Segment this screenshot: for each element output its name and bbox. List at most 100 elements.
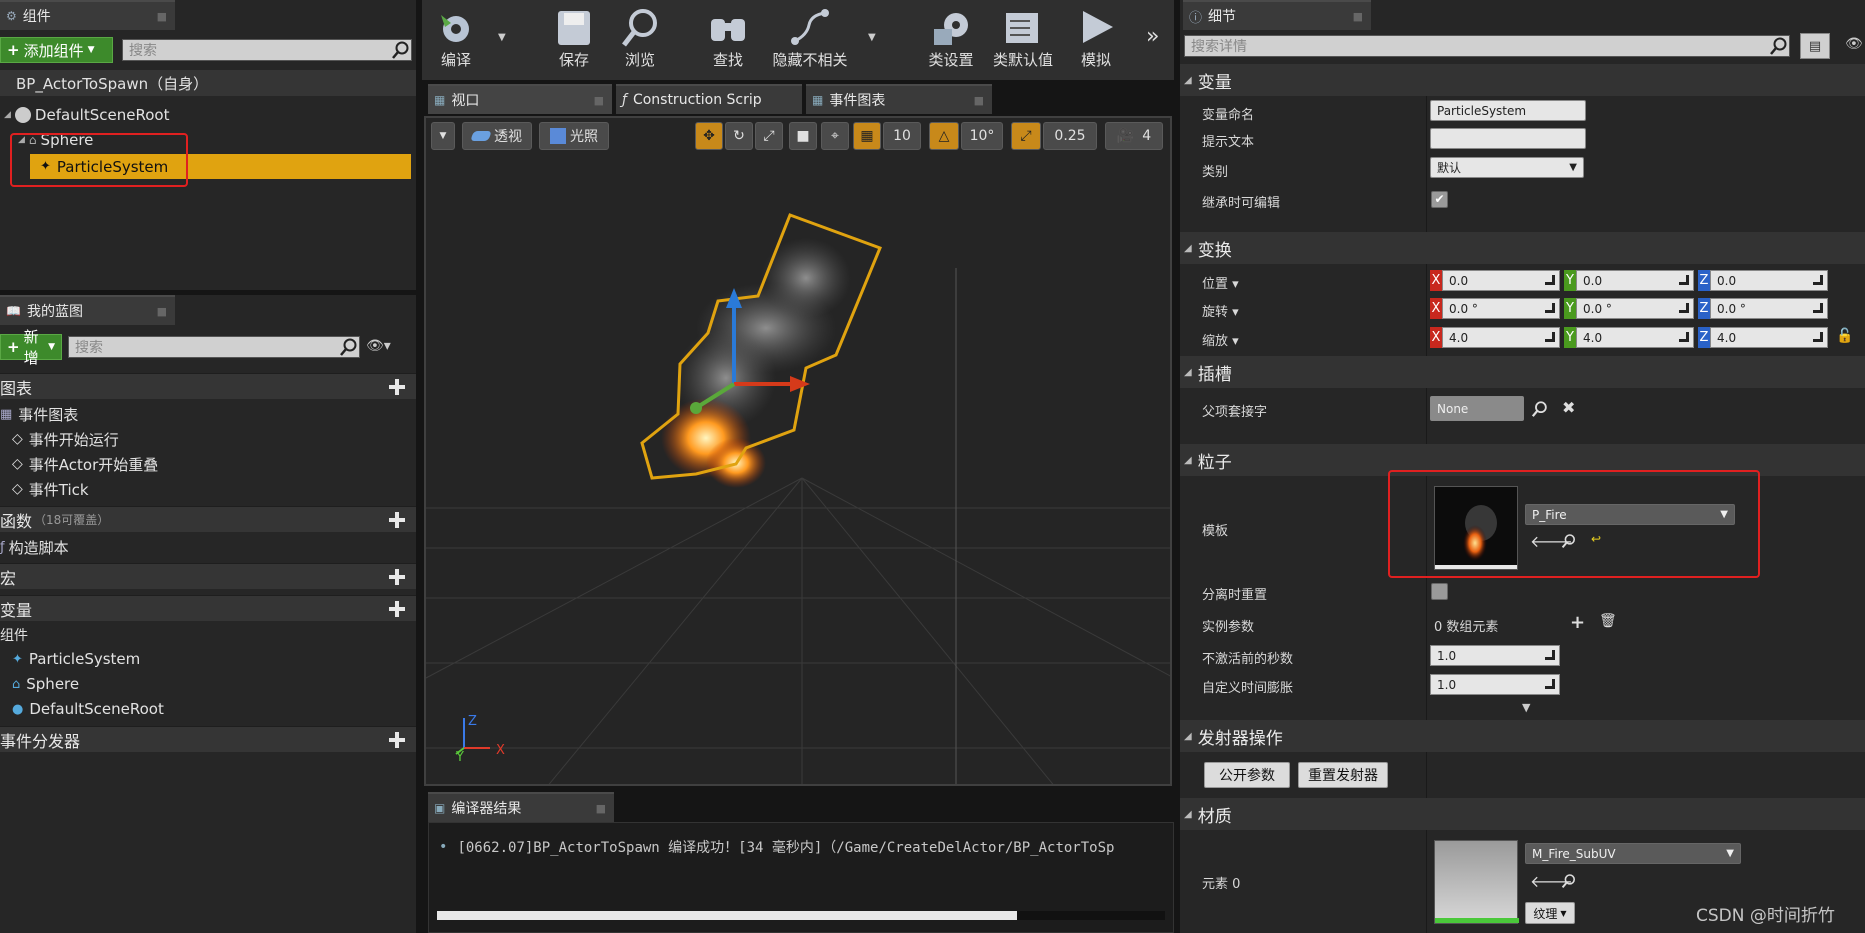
add-dispatcher-icon[interactable] [388, 731, 406, 749]
blueprint-search-input[interactable]: 搜索 [68, 336, 360, 358]
variable-item-sphere[interactable]: ⌂ Sphere [12, 673, 79, 695]
location-y-field[interactable]: 0.0 [1576, 270, 1694, 291]
close-icon[interactable]: ■ [594, 94, 604, 107]
category-macros[interactable]: 宏 [0, 563, 416, 589]
construction-script-item[interactable]: ƒ 构造脚本 [0, 536, 69, 558]
reset-emitters-button[interactable]: 重置发射器 [1298, 762, 1388, 788]
section-transform[interactable]: ◢ 变换 [1180, 232, 1865, 264]
camera-speed-button[interactable]: 🎥 4 [1105, 122, 1163, 150]
grid-snap-value[interactable]: 10 [883, 122, 921, 150]
find-button[interactable]: 查找 [700, 0, 756, 76]
tab-viewport[interactable]: ▦ 视口 ■ [428, 84, 612, 114]
rotation-snap-button[interactable]: △ [929, 122, 959, 150]
rotate-mode-button[interactable]: ↻ [725, 122, 753, 150]
category-variables[interactable]: 变量 [0, 595, 416, 621]
eye-icon[interactable]: 👁▾ [366, 338, 406, 358]
view-options-icon[interactable]: 👁 [1845, 36, 1863, 52]
class-defaults-button[interactable]: 类默认值 [990, 0, 1056, 76]
variable-item-defaultsceneroot[interactable]: ● DefaultSceneRoot [12, 698, 164, 720]
close-icon[interactable]: ■ [1353, 10, 1363, 23]
lighting-button[interactable]: 光照 [539, 122, 609, 150]
save-button[interactable]: 保存 [550, 0, 598, 76]
reset-on-detach-checkbox[interactable] [1431, 583, 1448, 600]
component-search-input[interactable]: 搜索 [122, 39, 412, 61]
tab-construction-script[interactable]: ƒ Construction Scrip [616, 84, 802, 114]
details-search-input[interactable]: 搜索详情 [1184, 35, 1790, 57]
material-thumbnail[interactable] [1434, 840, 1519, 924]
close-icon[interactable]: ■ [157, 10, 167, 23]
viewport[interactable]: Z X Y [424, 116, 1172, 786]
location-z-field[interactable]: 0.0 [1710, 270, 1828, 291]
parent-socket-field[interactable]: None [1430, 396, 1524, 421]
category-event-dispatchers[interactable]: 事件分发器 [0, 726, 416, 752]
tab-components[interactable]: ⚙ 组件 ■ [0, 0, 175, 30]
horizontal-scrollbar[interactable] [437, 911, 1165, 920]
tab-event-graph[interactable]: ▦ 事件图表 ■ [806, 84, 992, 114]
expose-params-button[interactable]: 公开参数 [1204, 762, 1290, 788]
rotation-y-field[interactable]: 0.0 ° [1576, 298, 1694, 319]
tab-my-blueprint[interactable]: 📖 我的蓝图 ■ [0, 295, 175, 325]
category-dropdown[interactable]: 默认 ▼ [1430, 157, 1584, 178]
add-element-icon[interactable]: + [1570, 612, 1585, 633]
event-item[interactable]: ◇ 事件开始运行 [12, 428, 119, 450]
time-dilation-field[interactable]: 1.0 [1430, 674, 1560, 695]
show-advanced-icon[interactable]: ▼ [1522, 701, 1530, 714]
trash-icon[interactable]: 🗑 [1599, 613, 1617, 629]
search-icon[interactable] [1531, 400, 1549, 418]
scale-mode-button[interactable]: ⤢ [755, 122, 783, 150]
rotation-label[interactable]: 旋转 ▾ [1202, 301, 1239, 320]
rotation-snap-value[interactable]: 10° [961, 122, 1003, 150]
scale-z-field[interactable]: 4.0 [1710, 327, 1828, 348]
event-item[interactable]: ◇ 事件Tick [12, 478, 89, 500]
add-macro-icon[interactable] [388, 568, 406, 586]
scale-y-field[interactable]: 4.0 [1576, 327, 1694, 348]
browse-search-icon[interactable] [1561, 873, 1577, 889]
surface-snap-button[interactable]: ⌖ [821, 122, 849, 150]
clear-x-icon[interactable]: ✖ [1562, 398, 1575, 417]
more-chevron-icon[interactable]: » [1146, 24, 1159, 49]
section-sockets[interactable]: ◢ 插槽 [1180, 356, 1865, 388]
compile-button[interactable]: 编译 [430, 0, 482, 76]
scrollbar-thumb[interactable] [437, 911, 1017, 920]
variable-name-field[interactable]: ParticleSystem [1430, 100, 1586, 121]
add-function-icon[interactable] [388, 511, 406, 529]
hide-unrelated-button[interactable]: 隐藏不相关 [770, 0, 850, 76]
material-dropdown[interactable]: M_Fire_SubUV ▼ [1525, 843, 1741, 864]
tree-item-defaultsceneroot[interactable]: ◢ DefaultSceneRoot [0, 104, 416, 126]
new-button[interactable]: + 新增 ▼ [0, 328, 62, 367]
perspective-button[interactable]: 透视 [462, 122, 532, 150]
tab-compiler-results[interactable]: ▣ 编译器结果 ■ [428, 792, 614, 822]
section-emitter-ops[interactable]: ◢ 发射器操作 [1180, 720, 1865, 752]
browse-button[interactable]: 浏览 [616, 0, 664, 76]
close-icon[interactable]: ■ [596, 802, 606, 815]
self-row[interactable]: BP_ActorToSpawn（自身） [0, 70, 416, 96]
simulate-button[interactable]: 模拟 [1070, 0, 1122, 76]
editable-checkbox[interactable]: ✔ [1431, 191, 1448, 208]
viewport-options-button[interactable]: ▼ [431, 122, 455, 150]
category-graphs[interactable]: 图表 [0, 373, 416, 399]
close-icon[interactable]: ■ [974, 94, 984, 107]
warmup-field[interactable]: 1.0 [1430, 645, 1560, 666]
scale-x-field[interactable]: 4.0 [1442, 327, 1560, 348]
scale-label[interactable]: 缩放 ▾ [1202, 330, 1239, 349]
location-x-field[interactable]: 0.0 [1442, 270, 1560, 291]
add-graph-icon[interactable] [388, 378, 406, 396]
event-item[interactable]: ◇ 事件Actor开始重叠 [12, 453, 158, 475]
add-variable-icon[interactable] [388, 600, 406, 618]
location-label[interactable]: 位置 ▾ [1202, 273, 1239, 292]
category-functions[interactable]: 函数 （18可覆盖） [0, 506, 416, 532]
scale-snap-value[interactable]: 0.25 [1043, 122, 1097, 150]
rotation-z-field[interactable]: 0.0 ° [1710, 298, 1828, 319]
tooltip-field[interactable] [1430, 128, 1586, 149]
add-component-button[interactable]: + 添加组件 ▼ [0, 37, 113, 63]
close-icon[interactable]: ■ [157, 305, 167, 318]
grid-snap-button[interactable]: ▦ [853, 122, 881, 150]
class-settings-button[interactable]: 类设置 [920, 0, 982, 76]
section-variable[interactable]: ◢ 变量 [1180, 64, 1865, 96]
compile-options-icon[interactable]: ▼ [498, 32, 506, 43]
section-materials[interactable]: ◢ 材质 [1180, 798, 1865, 830]
event-graph-item[interactable]: ▦ 事件图表 [0, 403, 78, 425]
variable-item-particlesystem[interactable]: ✦ ParticleSystem [12, 648, 140, 670]
rotation-x-field[interactable]: 0.0 ° [1442, 298, 1560, 319]
scale-snap-button[interactable]: ⤢ [1011, 122, 1041, 150]
